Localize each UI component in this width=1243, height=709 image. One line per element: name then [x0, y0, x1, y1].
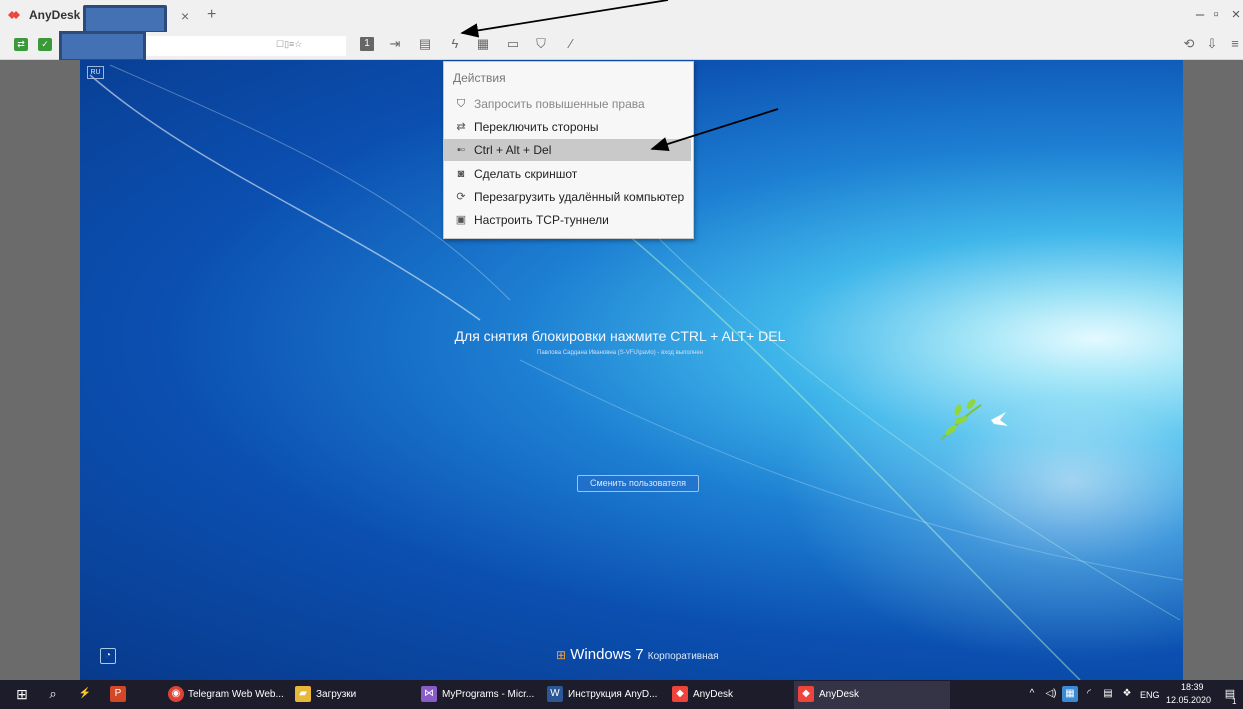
arrow-to-actions: [460, 0, 669, 38]
arrow-to-ctrl-alt-del: [650, 108, 779, 151]
annotation-arrows: [460, 0, 779, 151]
